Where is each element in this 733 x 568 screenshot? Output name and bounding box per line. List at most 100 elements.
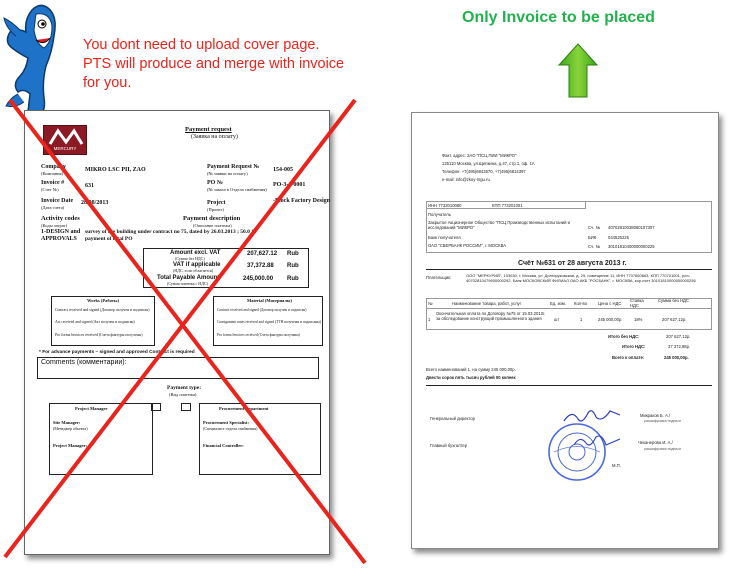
project-label: Project — [207, 200, 226, 206]
row-sum: 207 627,12р. — [662, 317, 687, 322]
invoice-document: Факт. адрес: ЗАО "ПСЦ ПИИ "МИКРО" 125110… — [411, 112, 719, 549]
total-no-vat-value: 207 627,12р. — [666, 334, 691, 339]
director-name: Микраков Б. А./ — [640, 413, 671, 418]
vat-currency: Rub — [287, 263, 299, 269]
invoice-phone: Телефон: +7(495)6843670, +7(495)6814397 — [442, 169, 526, 174]
col-qty: Кол-во — [574, 301, 588, 306]
site-manager-sub: (Менеджер объекта) — [53, 426, 88, 431]
grand-total-value: 245 000,00р. — [664, 355, 689, 360]
bank-name: ОАО "СБЕРБАНК РОССИИ", г. МОСКВА — [428, 243, 507, 248]
payment-request-sub: (№ заявки на оплату) — [207, 171, 248, 176]
col-price: Цена с НДС — [598, 301, 622, 306]
accountant-name: Чеканерова И. А./ — [638, 440, 673, 445]
payment-description-value-2: payment of total PO — [85, 236, 133, 242]
invoice-date-label: Invoice Date — [41, 198, 74, 204]
works-title: Works (Работы) — [87, 298, 119, 303]
logo-label: MERCURY — [53, 146, 77, 151]
receiver-name: Закрытое Акционерное Общество "ПСЦ Произ… — [428, 220, 570, 230]
material-row-1: Contract received and signed (Договор по… — [217, 308, 307, 312]
vat-total-value: 37 372,88р. — [668, 344, 691, 349]
inn: ИНН 7732010080 — [428, 203, 462, 208]
procurement-box — [199, 403, 321, 475]
payment-type-label: Payment type: — [167, 385, 202, 391]
bank-label: Банк получателя — [428, 235, 461, 240]
accountant-caption: расшифровка подписи — [644, 447, 681, 451]
grand-total-label: Всего к оплате: — [612, 355, 645, 360]
material-title: Material (Материалы) — [247, 298, 292, 303]
corr-label: Сч. № — [588, 244, 600, 249]
invoice-label: Invoice # — [41, 180, 65, 186]
procurement-title: Procurement Department — [219, 406, 269, 411]
works-row-3: Pro forma Invoices received (Счета факту… — [55, 333, 143, 337]
project-manager-title: Project Manager — [75, 406, 108, 411]
col-unit: Ед. изм. — [550, 301, 566, 306]
row-price: 245 000,00р. — [598, 317, 623, 322]
payment-type-checkbox-2[interactable] — [181, 403, 191, 411]
po-value: PO-3-1-0001 — [273, 182, 306, 188]
total-currency: Rub — [287, 276, 299, 282]
col-name: Наименование товара, работ, услуг — [452, 301, 522, 306]
vat-value: 37,372.88 — [247, 263, 274, 269]
invoice-title: Счёт №631 от 28 августа 2013 г. — [518, 260, 627, 267]
invoice-date-value: 28/08/2013 — [81, 200, 109, 206]
row-number: 1 — [428, 317, 431, 322]
director-label: Генеральный директор — [430, 416, 475, 421]
accountant-label: Главный бухгалтер — [430, 443, 468, 448]
payer-details: ООО "МЕРКУРИЙ", 103030, г. Москва, ул. Д… — [466, 273, 696, 283]
bik-number: 044525225 — [608, 235, 629, 240]
cover-subtitle: (Заявка на оплату) — [191, 134, 238, 140]
activity-value-2: APPROVALS — [41, 236, 77, 242]
project-value: -Block Factory Design — [273, 198, 330, 204]
col-number: № — [428, 301, 433, 306]
site-manager-label: Site Manager: — [53, 420, 81, 425]
invoice-address-line: Факт. адрес: ЗАО "ПСЦ ПИИ "МИКРО" — [442, 153, 517, 158]
payment-request-value: 154-005 — [273, 167, 293, 173]
amount-sub: (Сумма без НДС) — [175, 256, 205, 261]
note-line-3: for you. — [83, 75, 132, 91]
project-manager-label: Project Manager: — [53, 443, 88, 448]
invoice-value: 631 — [85, 183, 94, 189]
project-manager-box — [49, 403, 153, 475]
stamp-place-label: М.П. — [612, 463, 621, 468]
amount-currency: Rub — [287, 251, 299, 257]
payment-description-label: Payment description — [183, 215, 241, 222]
procurement-specialist-label: Procurement Specialist: — [203, 420, 249, 425]
po-label: PO № — [207, 180, 223, 186]
director-caption: расшифровка подписи — [644, 419, 681, 423]
sum-in-words: Двести сорок пять тысяч рублей 00 копеек — [426, 375, 516, 380]
vat-total-label: Итого НДС: — [622, 344, 646, 349]
financial-controller-label: Financial Controller: — [203, 443, 244, 448]
company-value: MIKRO LSC PII, ZAO — [85, 167, 146, 173]
activity-codes-label: Activity codes — [41, 215, 80, 222]
cover-title: Payment request — [185, 126, 232, 133]
vat-sub: (НДС, если облагается) — [173, 268, 214, 273]
advance-payment-note: * For advance payments – signed and appr… — [39, 350, 195, 355]
company-label: Company — [41, 164, 67, 170]
note-line-2: PTS will produce and merge with invoice — [83, 56, 345, 72]
bik-label: БИК — [588, 235, 597, 240]
payment-description-value-1: survey of the building under contract no… — [85, 229, 257, 235]
comments-label: Comments (комментарии): — [41, 359, 127, 366]
row-name: Окончательная оплата по Договору №75 от … — [436, 311, 546, 321]
cartoon-mascot-image — [3, 4, 56, 119]
works-row-2: Act received and signed (Акт получен и п… — [55, 320, 135, 324]
total-no-vat-label: Итого без НДС: — [608, 334, 640, 339]
account-label: Сч. № — [588, 225, 600, 230]
activity-codes-sub: (Коды затрат) — [41, 223, 68, 228]
sum-divider — [426, 385, 712, 386]
accountant-signature-image — [573, 435, 621, 446]
activity-value-1: 1-DESIGN and — [41, 229, 81, 235]
po-sub: (№ заказа в Отдела снабжения) — [207, 187, 267, 192]
amount-value: 207,627.12 — [247, 251, 278, 257]
payment-description-sub: (Описание платежа) — [193, 223, 232, 228]
sum-line: Всего наименований 1, на сумму 245 000,0… — [426, 367, 516, 372]
row-vat-rate: 18% — [634, 317, 643, 322]
invoice-sub: (Счет №) — [41, 187, 59, 192]
invoice-email: e-mail: info@zkoy-mgu.ru — [442, 177, 490, 182]
company-sub: (Компания) — [41, 171, 64, 176]
invoice-address-2: 125110 Москва, ул.Щепкина, д.47, стр.1, … — [442, 161, 535, 166]
col-vat-rate: Ставка НДС — [630, 298, 644, 308]
title-divider — [426, 269, 712, 270]
director-signature-image — [563, 410, 621, 422]
material-row-2: Consignment notes received and signed (Т… — [217, 320, 321, 324]
